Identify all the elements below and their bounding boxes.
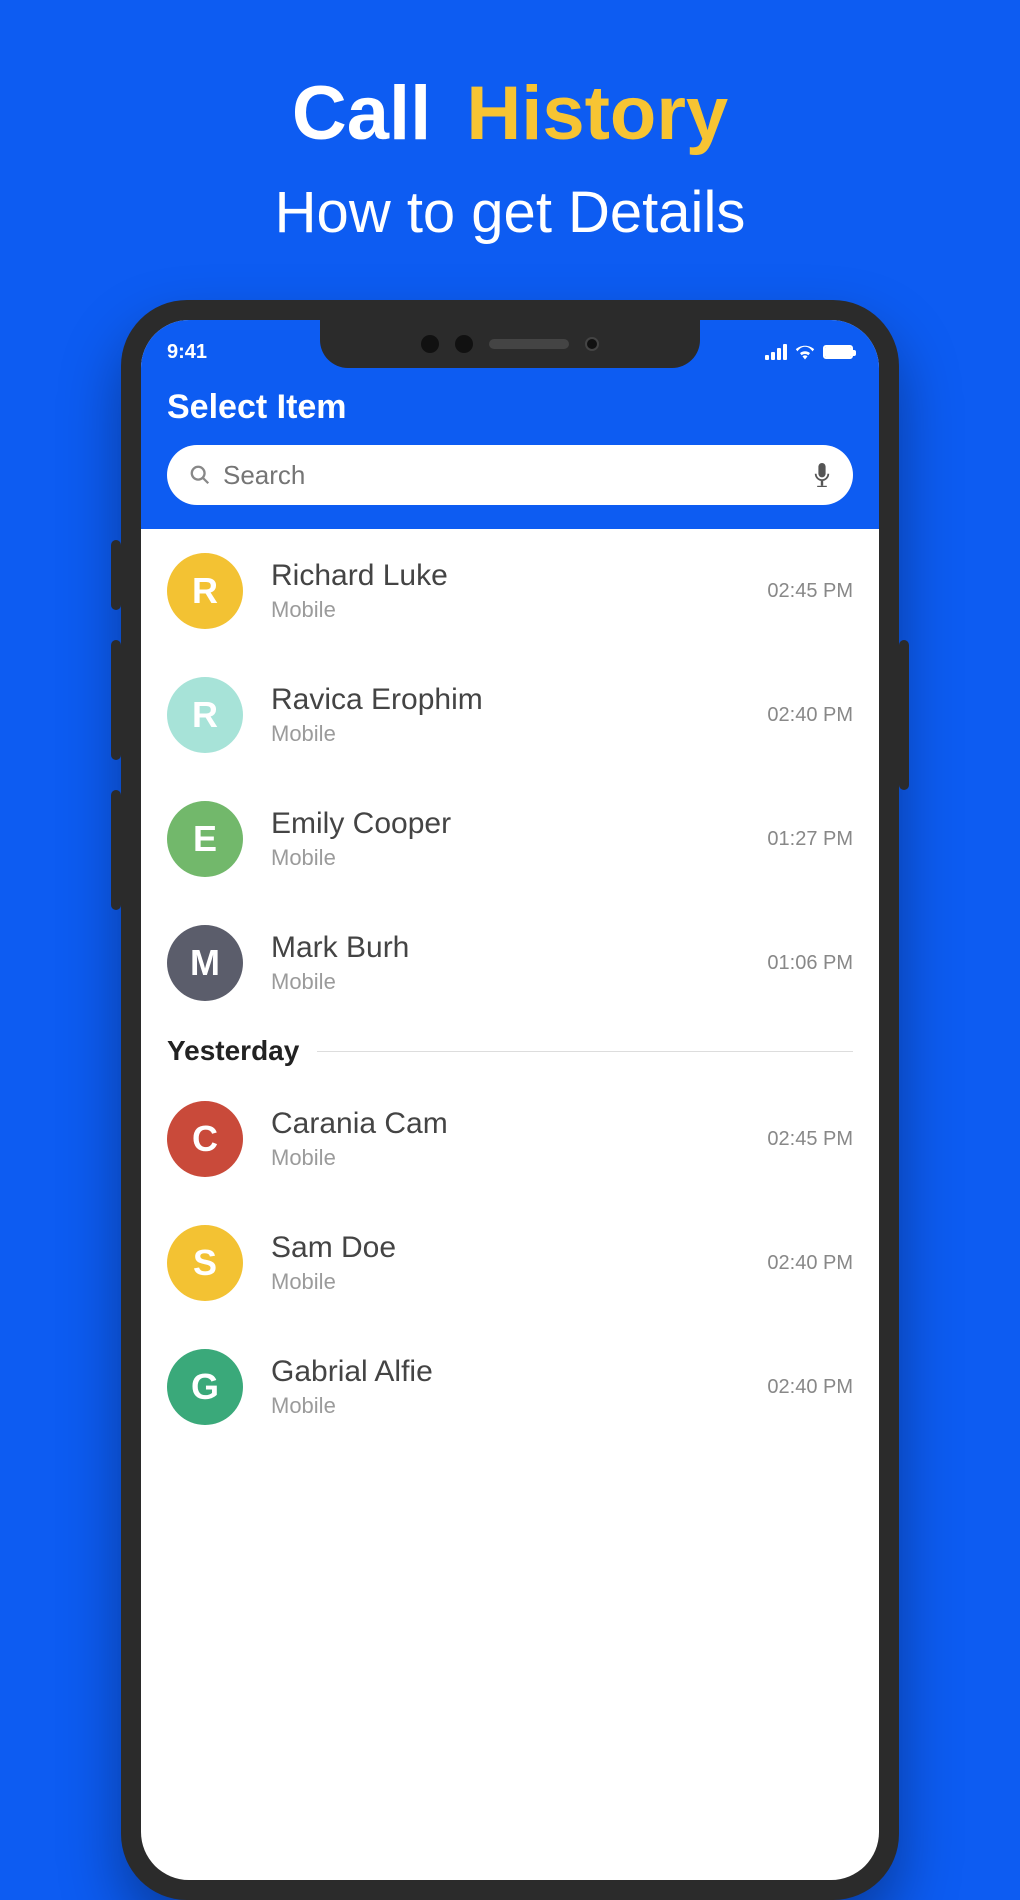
call-time: 02:45 PM	[767, 580, 853, 603]
call-time: 01:27 PM	[767, 828, 853, 851]
avatar: R	[167, 553, 243, 629]
contact-label: Mobile	[271, 597, 739, 623]
phone-side-button	[111, 640, 121, 760]
avatar: M	[167, 925, 243, 1001]
status-icons	[765, 344, 853, 360]
call-row[interactable]: S Sam Doe Mobile 02:40 PM	[141, 1201, 879, 1325]
contact-label: Mobile	[271, 1269, 739, 1295]
call-time: 02:40 PM	[767, 1252, 853, 1275]
contact-name: Emily Cooper	[271, 807, 739, 841]
search-bar[interactable]	[167, 445, 853, 505]
header-title: Select Item	[167, 388, 853, 427]
call-row[interactable]: R Richard Luke Mobile 02:45 PM	[141, 529, 879, 653]
promo-subtitle: How to get Details	[0, 179, 1020, 246]
app-header: Select Item	[141, 370, 879, 529]
contact-label: Mobile	[271, 721, 739, 747]
section-header: Yesterday	[141, 1025, 879, 1077]
call-info: Gabrial Alfie Mobile	[271, 1355, 739, 1419]
contact-name: Ravica Erophim	[271, 683, 739, 717]
contact-name: Sam Doe	[271, 1231, 739, 1265]
contact-label: Mobile	[271, 1393, 739, 1419]
call-row[interactable]: C Carania Cam Mobile 02:45 PM	[141, 1077, 879, 1201]
call-info: Mark Burh Mobile	[271, 931, 739, 995]
wifi-icon	[795, 344, 815, 360]
avatar: E	[167, 801, 243, 877]
call-time: 02:40 PM	[767, 704, 853, 727]
avatar: C	[167, 1101, 243, 1177]
call-time: 02:45 PM	[767, 1128, 853, 1151]
status-time: 9:41	[167, 341, 207, 364]
call-info: Carania Cam Mobile	[271, 1107, 739, 1171]
phone-notch	[320, 320, 700, 368]
call-row[interactable]: M Mark Burh Mobile 01:06 PM	[141, 901, 879, 1025]
promo-title: Call History	[0, 0, 1020, 157]
call-info: Ravica Erophim Mobile	[271, 683, 739, 747]
promo-word2: History	[466, 71, 728, 156]
call-info: Sam Doe Mobile	[271, 1231, 739, 1295]
avatar: R	[167, 677, 243, 753]
battery-icon	[823, 345, 853, 359]
contact-label: Mobile	[271, 969, 739, 995]
mic-icon[interactable]	[813, 463, 831, 487]
call-info: Richard Luke Mobile	[271, 559, 739, 623]
search-input[interactable]	[223, 460, 801, 491]
phone-screen: 9:41 Select Item R Richard Luke Mobile 02:4…	[141, 320, 879, 1880]
phone-side-button	[899, 640, 909, 790]
promo-word1: Call	[292, 71, 431, 156]
contact-name: Mark Burh	[271, 931, 739, 965]
contact-label: Mobile	[271, 1145, 739, 1171]
call-row[interactable]: G Gabrial Alfie Mobile 02:40 PM	[141, 1325, 879, 1449]
contact-name: Richard Luke	[271, 559, 739, 593]
phone-side-button	[111, 540, 121, 610]
contact-name: Gabrial Alfie	[271, 1355, 739, 1389]
phone-frame: 9:41 Select Item R Richard Luke Mobile 02:4…	[121, 300, 899, 1900]
search-icon	[189, 464, 211, 486]
contact-label: Mobile	[271, 845, 739, 871]
section-divider	[317, 1051, 853, 1052]
avatar: G	[167, 1349, 243, 1425]
call-row[interactable]: E Emily Cooper Mobile 01:27 PM	[141, 777, 879, 901]
call-info: Emily Cooper Mobile	[271, 807, 739, 871]
call-row[interactable]: R Ravica Erophim Mobile 02:40 PM	[141, 653, 879, 777]
section-title: Yesterday	[167, 1035, 299, 1067]
phone-side-button	[111, 790, 121, 910]
signal-icon	[765, 344, 787, 360]
call-time: 01:06 PM	[767, 952, 853, 975]
avatar: S	[167, 1225, 243, 1301]
contact-name: Carania Cam	[271, 1107, 739, 1141]
call-list[interactable]: R Richard Luke Mobile 02:45 PM R Ravica Eroph…	[141, 529, 879, 1449]
call-time: 02:40 PM	[767, 1376, 853, 1399]
